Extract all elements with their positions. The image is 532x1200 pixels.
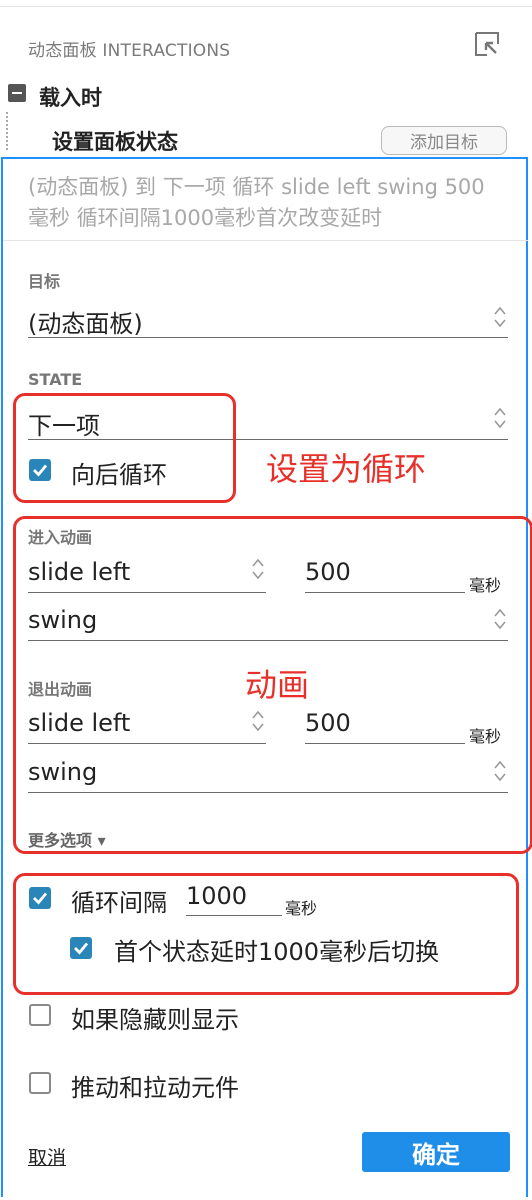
loop-interval-checkbox[interactable]: [29, 887, 51, 909]
push-pull-checkbox[interactable]: [29, 1072, 51, 1094]
enter-easing-chevron-icon[interactable]: [494, 607, 506, 631]
summary-divider: [3, 240, 528, 241]
enter-easing-underline: [28, 640, 508, 641]
checkmark-icon: [33, 892, 48, 905]
action-summary: (动态面板) 到 下一项 循环 slide left swing 500毫秒 循…: [28, 175, 485, 230]
target-label: 目标: [28, 272, 61, 291]
top-divider: [0, 6, 532, 7]
state-label: STATE: [28, 370, 83, 389]
loop-annotation-box: [13, 393, 236, 503]
exit-type-chevron-icon[interactable]: [252, 709, 264, 733]
enter-duration-unit: 毫秒: [469, 576, 502, 595]
action-label: 设置面板状态: [52, 130, 178, 154]
exit-duration-underline: [305, 743, 465, 744]
exit-easing-chevron-icon[interactable]: [494, 759, 506, 783]
enter-type-underline: [28, 592, 266, 593]
checkmark-icon: [74, 942, 89, 955]
enter-animation-type-select[interactable]: slide left: [28, 558, 130, 586]
event-label: 载入时: [39, 86, 102, 110]
exit-easing-select[interactable]: swing: [28, 758, 97, 786]
expand-panel-icon[interactable]: [474, 31, 500, 57]
more-options-toggle[interactable]: 更多选项 ▾: [28, 827, 106, 851]
enter-type-chevron-icon[interactable]: [252, 557, 264, 581]
loop-interval-underline: [186, 915, 282, 916]
loop-interval-input[interactable]: 1000: [186, 882, 247, 910]
state-chevron-icon[interactable]: [494, 406, 506, 430]
exit-animation-type-select[interactable]: slide left: [28, 709, 130, 737]
exit-duration-unit: 毫秒: [469, 727, 502, 746]
exit-easing-underline: [28, 792, 508, 793]
add-target-button[interactable]: 添加目标: [381, 126, 507, 155]
confirm-button[interactable]: 确定: [362, 1132, 510, 1172]
enter-duration-underline: [305, 592, 465, 593]
target-chevron-icon[interactable]: [494, 305, 506, 329]
push-pull-label: 推动和拉动元件: [71, 1074, 239, 1102]
cancel-link[interactable]: 取消: [28, 1143, 66, 1170]
panel-title: 动态面板 INTERACTIONS: [28, 41, 231, 61]
exit-duration-input[interactable]: 500: [305, 709, 351, 737]
animation-annotation-text: 动画: [245, 666, 310, 704]
exit-animation-label: 退出动画: [28, 680, 93, 699]
show-if-hidden-label: 如果隐藏则显示: [71, 1006, 239, 1034]
target-underline: [28, 337, 508, 338]
first-delay-label: 首个状态延时1000毫秒后切换: [114, 938, 440, 966]
enter-duration-input[interactable]: 500: [305, 558, 351, 586]
loop-annotation-text: 设置为循环: [266, 450, 427, 488]
loop-interval-label: 循环间隔: [71, 889, 167, 917]
target-select[interactable]: (动态面板): [28, 304, 143, 339]
exit-type-underline: [28, 743, 266, 744]
show-if-hidden-checkbox[interactable]: [29, 1004, 51, 1026]
loop-interval-unit: 毫秒: [285, 899, 318, 918]
enter-animation-label: 进入动画: [28, 528, 93, 547]
first-delay-checkbox[interactable]: [70, 937, 92, 959]
collapse-event-icon[interactable]: [8, 84, 26, 102]
enter-easing-select[interactable]: swing: [28, 606, 97, 634]
tree-connector: [6, 112, 8, 150]
